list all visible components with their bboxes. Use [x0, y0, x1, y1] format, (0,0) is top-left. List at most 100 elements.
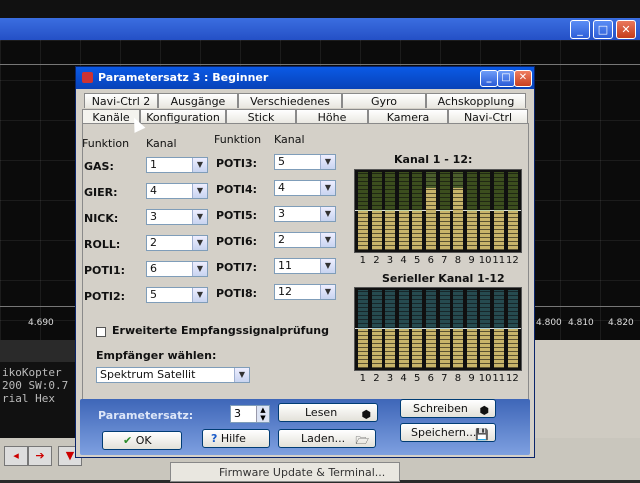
select-value: 3: [278, 207, 285, 220]
laden-button[interactable]: Laden... 🗁: [278, 429, 376, 448]
chevron-down-icon[interactable]: ▼: [192, 236, 207, 250]
dialog-title: Parametersatz 3 : Beginner: [98, 71, 269, 84]
label-poti4: POTI4:: [216, 183, 258, 196]
lesen-button[interactable]: Lesen ⬢: [278, 403, 378, 422]
select-poti1[interactable]: 6 ▼: [146, 261, 208, 277]
chevron-down-icon[interactable]: ▼: [234, 368, 249, 382]
channel-bar-fill: [494, 329, 504, 368]
background-window-titlebar: [0, 18, 640, 40]
spinner-arrows-icon[interactable]: ▲ ▼: [256, 406, 269, 422]
channel-bar-fill: [466, 211, 477, 250]
channel-bar-fill: [426, 187, 436, 250]
channel-bar-fill: [439, 211, 450, 250]
channel-bar-fill: [398, 211, 409, 250]
select-poti8[interactable]: 12 ▼: [274, 284, 336, 300]
channel-bar-fill: [480, 329, 491, 368]
minimize-icon[interactable]: _: [570, 20, 590, 39]
chevron-down-icon[interactable]: ▼: [192, 184, 207, 198]
maximize-icon[interactable]: □: [593, 20, 613, 39]
firmware-update-button[interactable]: Firmware Update & Terminal...: [170, 462, 400, 482]
channel-bar-fill: [398, 329, 409, 368]
chevron-down-icon[interactable]: ▼: [192, 158, 207, 172]
checkbox-label: Erweiterte Empfangssignalprüfung: [112, 324, 330, 337]
chevron-down-icon[interactable]: ▼: [320, 207, 335, 221]
tab-ausgaenge[interactable]: Ausgänge: [158, 93, 238, 108]
tab-achskopplung[interactable]: Achskopplung: [426, 93, 526, 108]
chevron-down-icon[interactable]: ▼: [320, 155, 335, 169]
hilfe-button[interactable]: ? Hilfe: [202, 429, 270, 448]
label-gier: GIER:: [84, 186, 118, 199]
channel-number: 8: [454, 373, 462, 384]
tab-stick[interactable]: Stick: [226, 109, 296, 124]
channel-number: 1: [359, 255, 366, 266]
channel-bar-fill: [453, 329, 464, 368]
tab-konfiguration[interactable]: Konfiguration: [140, 109, 226, 124]
tab-navi-ctrl[interactable]: Navi-Ctrl: [448, 109, 528, 124]
label-poti2: POTI2:: [84, 290, 126, 303]
close-icon[interactable]: ✕: [514, 70, 532, 87]
tab-verschiedenes[interactable]: Verschiedenes: [238, 93, 342, 108]
chevron-down-icon[interactable]: ▼: [320, 285, 335, 299]
arrow-left-icon[interactable]: ◂: [4, 446, 28, 466]
axis-tick-label: 4.800: [536, 318, 562, 328]
channel-number: 2: [373, 373, 380, 384]
select-poti5[interactable]: 3 ▼: [274, 206, 336, 222]
ok-button[interactable]: ✔ OK: [102, 431, 182, 450]
header-funktion-2: Funktion: [214, 133, 262, 146]
channel-bar-fill: [371, 329, 382, 368]
chevron-down-icon[interactable]: ▼: [320, 181, 335, 195]
chevron-down-icon[interactable]: ▼: [192, 210, 207, 224]
receiver-select[interactable]: Spektrum Satellit ▼: [96, 367, 250, 383]
channel-number: 3: [386, 255, 394, 266]
label-poti3: POTI3:: [216, 157, 258, 170]
channel-bar-fill: [412, 211, 423, 250]
app-icon: [82, 72, 93, 83]
select-value: 11: [278, 259, 292, 272]
chevron-down-icon[interactable]: ▼: [320, 233, 335, 247]
tab-gyro[interactable]: Gyro: [342, 93, 426, 108]
select-roll[interactable]: 2 ▼: [146, 235, 208, 251]
label-poti8: POTI8:: [216, 287, 258, 300]
speichern-button[interactable]: Speichern... 💾: [400, 423, 496, 442]
channel-bar-fill: [358, 211, 368, 250]
graph-title-kanal: Kanal 1 - 12:: [394, 153, 473, 166]
parametersatz-spinner[interactable]: 3 ▲ ▼: [230, 405, 270, 423]
channel-bar-fill: [453, 187, 464, 250]
receiver-label: Empfänger wählen:: [96, 349, 217, 362]
select-poti4[interactable]: 4 ▼: [274, 180, 336, 196]
tab-kamera[interactable]: Kamera: [368, 109, 448, 124]
select-poti3[interactable]: 5 ▼: [274, 154, 336, 170]
minimize-icon[interactable]: _: [480, 70, 498, 87]
tab-navi-ctrl-2[interactable]: Navi-Ctrl 2: [84, 93, 158, 108]
select-gier[interactable]: 4 ▼: [146, 183, 208, 199]
label-poti5: POTI5:: [216, 209, 258, 222]
select-nick[interactable]: 3 ▼: [146, 209, 208, 225]
background-menu-bar: [0, 0, 640, 18]
select-value: 2: [150, 236, 157, 249]
schreiben-button[interactable]: Schreiben ⬢: [400, 399, 496, 418]
speichern-label: Speichern...: [411, 426, 477, 439]
channel-bar-fill: [358, 329, 368, 368]
chevron-down-icon[interactable]: ▼: [320, 259, 335, 273]
select-poti7[interactable]: 11 ▼: [274, 258, 336, 274]
header-funktion: Funktion: [82, 137, 130, 150]
select-poti2[interactable]: 5 ▼: [146, 287, 208, 303]
erweiterte-empfangssignalpruefung-checkbox[interactable]: [96, 327, 106, 337]
channel-bar-graph: [354, 169, 522, 253]
laden-label: Laden...: [301, 432, 346, 445]
channel-bar-fill: [507, 329, 518, 368]
maximize-icon[interactable]: □: [497, 70, 515, 87]
tab-hoehe[interactable]: Höhe: [296, 109, 368, 124]
close-icon[interactable]: ✕: [616, 20, 636, 39]
label-gas: GAS:: [84, 160, 114, 173]
parametersatz-label: Parametersatz:: [98, 409, 194, 422]
select-poti6[interactable]: 2 ▼: [274, 232, 336, 248]
select-value: 6: [150, 262, 157, 275]
write-icon: ⬢: [479, 404, 489, 417]
chevron-down-icon[interactable]: ▼: [192, 262, 207, 276]
folder-open-icon: 🗁: [355, 434, 369, 447]
select-gas[interactable]: 1 ▼: [146, 157, 208, 173]
chevron-down-icon[interactable]: ▼: [192, 288, 207, 302]
channel-number: 7: [441, 373, 448, 384]
arrow-right-icon[interactable]: ➔: [28, 446, 52, 466]
